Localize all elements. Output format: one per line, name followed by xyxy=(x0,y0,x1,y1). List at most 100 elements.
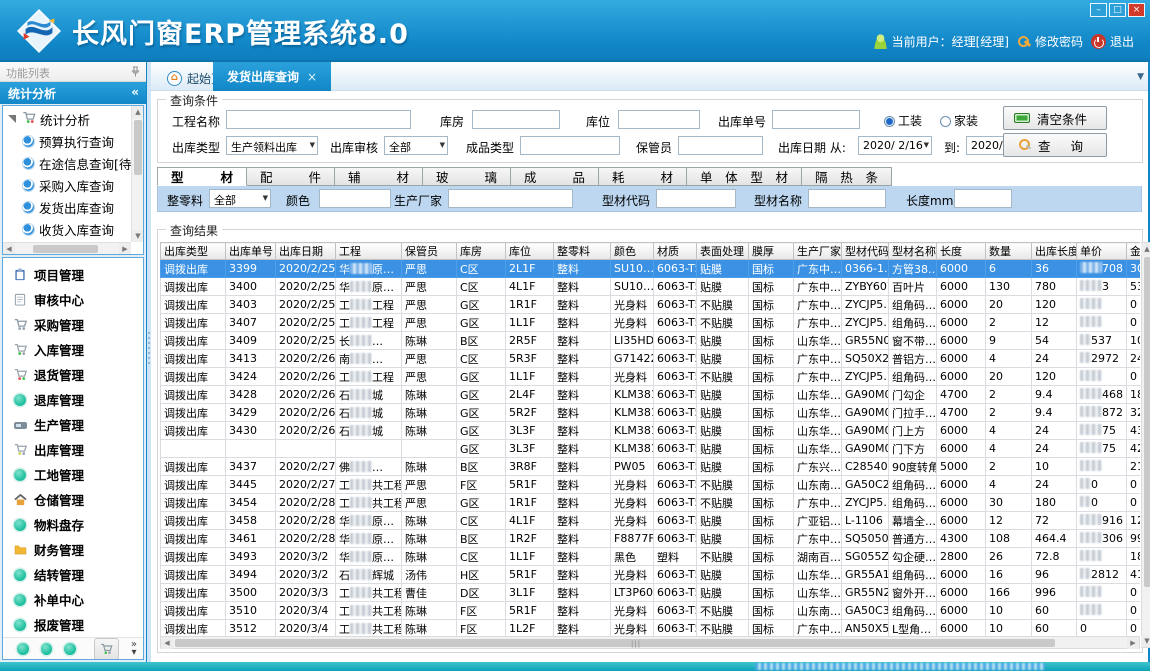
table-row[interactable]: 调拨出库35102020/3/4工共工程陈琳F区5R1F整料光身料6063-T5… xyxy=(161,602,1141,620)
column-header-库位[interactable]: 库位 xyxy=(506,243,554,260)
table-row[interactable]: 调拨出库34942020/3/2石辉城汤伟H区5R1F整料光身料6063-T5贴… xyxy=(161,566,1141,584)
more-modules-button[interactable]: »▾ xyxy=(131,641,137,657)
table-row[interactable]: 调拨出库34932020/3/2华原…陈琳C区1L1F整料黑色塑料不贴膜国标湖南… xyxy=(161,548,1141,566)
outbound-type-select[interactable]: 生产领料出库 xyxy=(226,136,318,155)
tree-horizontal-scrollbar[interactable]: ◀ ▶ xyxy=(3,242,131,254)
sidebar-item-入库管理[interactable]: 入库管理 xyxy=(3,337,143,362)
table-row[interactable]: 调拨出库34372020/2/27佛…陈琳B区3R8F整料PW056063-T5… xyxy=(161,458,1141,476)
sidebar-item-结转管理[interactable]: 结转管理 xyxy=(3,562,143,587)
column-header-出库类型[interactable]: 出库类型 xyxy=(161,243,226,260)
scroll-up-icon[interactable]: ▲ xyxy=(132,106,144,118)
profile-code-input[interactable] xyxy=(656,189,736,208)
sidebar-item-采购管理[interactable]: 采购管理 xyxy=(3,312,143,337)
scroll-down-icon[interactable]: ▼ xyxy=(1141,635,1150,647)
material-tab-单体型材[interactable]: 单体型材 xyxy=(687,167,802,186)
sidebar-item-仓储管理[interactable]: 仓储管理 xyxy=(3,487,143,512)
scroll-up-icon[interactable]: ▲ xyxy=(1141,243,1150,255)
tab-shipment-outbound-query[interactable]: 发货出库查询 × xyxy=(213,62,331,91)
color-input[interactable] xyxy=(319,189,391,208)
table-row[interactable]: 调拨出库34242020/2/26工工程严思G区1L1F整料光身料6063-T5… xyxy=(161,368,1141,386)
material-tab-玻璃[interactable]: 玻璃 xyxy=(423,167,511,186)
length-input[interactable] xyxy=(954,189,1012,208)
profile-name-input[interactable] xyxy=(808,189,886,208)
column-header-库房[interactable]: 库房 xyxy=(457,243,506,260)
table-row[interactable]: 调拨出库34072020/2/25工工程严思G区1L1F整料光身料6063-T5… xyxy=(161,314,1141,332)
scroll-right-icon[interactable]: ▶ xyxy=(119,243,131,255)
column-header-单价[interactable]: 单价 xyxy=(1077,243,1127,260)
pin-icon[interactable] xyxy=(131,66,140,80)
table-row[interactable]: 调拨出库34582020/2/28华原…陈琳C区4L1F整料光身料6063-T5… xyxy=(161,512,1141,530)
column-header-工程[interactable]: 工程 xyxy=(336,243,402,260)
manufacturer-input[interactable] xyxy=(448,189,573,208)
column-header-保管员[interactable]: 保管员 xyxy=(402,243,457,260)
radio-jiazhuang[interactable]: 家装 xyxy=(940,112,978,129)
tree-item-采购入库查询[interactable]: 采购入库查询 xyxy=(7,174,131,196)
column-header-型材代码[interactable]: 型材代码 xyxy=(842,243,889,260)
table-row[interactable]: 调拨出库34282020/2/26石城陈琳G区2L4F整料KLM38176063… xyxy=(161,386,1141,404)
table-row[interactable]: 调拨出库34542020/2/28工共工程严思G区1R1F整料光身料6063-T… xyxy=(161,494,1141,512)
tree-item-在途信息查询待[interactable]: 在途信息查询[待 xyxy=(7,152,131,174)
audit-select[interactable]: 全部 xyxy=(384,136,448,155)
module-dot-icon[interactable] xyxy=(17,643,29,655)
logout-button[interactable]: 退出 xyxy=(1091,33,1134,50)
module-dot-icon[interactable] xyxy=(41,643,53,655)
tree-item-发货出库查询[interactable]: 发货出库查询 xyxy=(7,196,131,218)
tab-overflow-icon[interactable]: ▼ xyxy=(1137,72,1144,82)
table-row[interactable]: 调拨出库35002020/3/3工共工程曹佳D区3L1F整料LT3P606063… xyxy=(161,584,1141,602)
location-input[interactable] xyxy=(618,110,700,129)
column-header-生产厂家[interactable]: 生产厂家 xyxy=(794,243,842,260)
module-dot-icon[interactable] xyxy=(64,643,76,655)
tree-vertical-scrollbar[interactable]: ▲ ▼ xyxy=(131,106,143,242)
column-header-整零料[interactable]: 整零料 xyxy=(554,243,611,260)
maximize-button[interactable]: □ xyxy=(1109,3,1126,17)
column-header-金[interactable]: 金 xyxy=(1127,243,1141,260)
table-header-row[interactable]: 出库类型出库单号出库日期工程保管员库房库位整零料颜色材质表面处理膜厚生产厂家型材… xyxy=(161,243,1141,260)
scroll-down-icon[interactable]: ▼ xyxy=(132,230,144,242)
scroll-left-icon[interactable]: ◀ xyxy=(161,637,173,649)
material-tab-成品[interactable]: 成品 xyxy=(511,167,599,186)
table-row[interactable]: 调拨出库34092020/2/25长…陈琳B区2R5F整料LI35HD6063-… xyxy=(161,332,1141,350)
order-no-input[interactable] xyxy=(772,110,860,129)
close-button[interactable]: × xyxy=(1128,3,1145,17)
tree-item-收货入库查询[interactable]: 收货入库查询 xyxy=(7,218,131,240)
warehouse-input[interactable] xyxy=(472,110,560,129)
tree-root-node[interactable]: 统计分析 xyxy=(7,108,131,130)
minimize-button[interactable]: – xyxy=(1090,3,1107,17)
sidebar-section-header[interactable]: 统计分析 « xyxy=(0,82,146,104)
project-name-input[interactable] xyxy=(226,110,411,129)
column-header-型材名称[interactable]: 型材名称 xyxy=(889,243,937,260)
table-row[interactable]: 调拨出库34302020/2/26石城陈琳G区3L3F整料KLM38176063… xyxy=(161,422,1141,440)
material-tab-辅材[interactable]: 辅材 xyxy=(335,167,423,186)
table-row[interactable]: 调拨出库34452020/2/27工共工程严思F区5R1F整料光身料6063-T… xyxy=(161,476,1141,494)
column-header-膜厚[interactable]: 膜厚 xyxy=(749,243,794,260)
radio-gongzhuang[interactable]: 工装 xyxy=(884,112,922,129)
keeper-input[interactable] xyxy=(678,136,763,155)
table-row[interactable]: 调拨出库34132020/2/26南…严思C区5R3F整料G714226063-… xyxy=(161,350,1141,368)
date-from-picker[interactable]: 2020/ 2/16 xyxy=(858,136,932,155)
column-header-长度[interactable]: 长度 xyxy=(937,243,986,260)
sidebar-item-退库管理[interactable]: 退库管理 xyxy=(3,387,143,412)
clear-conditions-button[interactable]: 清空条件 xyxy=(1003,106,1107,130)
column-header-出库长度[interactable]: 出库长度 xyxy=(1032,243,1077,260)
table-row[interactable]: 调拨出库34032020/2/25工工程严思G区1R1F整料光身料6063-T5… xyxy=(161,296,1141,314)
table-row[interactable]: 调拨出库34292020/2/26石城陈琳G区5R2F整料KLM38176063… xyxy=(161,404,1141,422)
scroll-left-icon[interactable]: ◀ xyxy=(3,243,15,255)
column-header-出库单号[interactable]: 出库单号 xyxy=(226,243,276,260)
collapse-icon[interactable]: « xyxy=(131,85,139,99)
table-row[interactable]: 调拨出库35122020/3/4工共工程陈琳F区1L2F整料光身料6063-T5… xyxy=(161,620,1141,637)
sidebar-item-审核中心[interactable]: 审核中心 xyxy=(3,287,143,312)
whole-part-select[interactable]: 全部 xyxy=(209,189,271,208)
column-header-表面处理[interactable]: 表面处理 xyxy=(697,243,749,260)
table-row[interactable]: 调拨出库33992020/2/25华原…严思C区2L1F整料SU10…6063-… xyxy=(161,260,1141,278)
tree-item-预算执行查询[interactable]: 预算执行查询 xyxy=(7,130,131,152)
column-header-颜色[interactable]: 颜色 xyxy=(611,243,654,260)
sidebar-item-财务管理[interactable]: 财务管理 xyxy=(3,537,143,562)
change-password-button[interactable]: 修改密码 xyxy=(1017,33,1083,50)
scroll-right-icon[interactable]: ▶ xyxy=(1127,637,1139,649)
table-row[interactable]: G区3L3F整料KLM38176063-T5贴膜国标山东华…GA90M09.门下… xyxy=(161,440,1141,458)
sidebar-item-项目管理[interactable]: 项目管理 xyxy=(3,262,143,287)
column-header-出库日期[interactable]: 出库日期 xyxy=(276,243,336,260)
material-tab-耗材[interactable]: 耗材 xyxy=(599,167,687,186)
tree-expander-icon[interactable] xyxy=(8,115,16,123)
tab-close-icon[interactable]: × xyxy=(307,70,317,84)
